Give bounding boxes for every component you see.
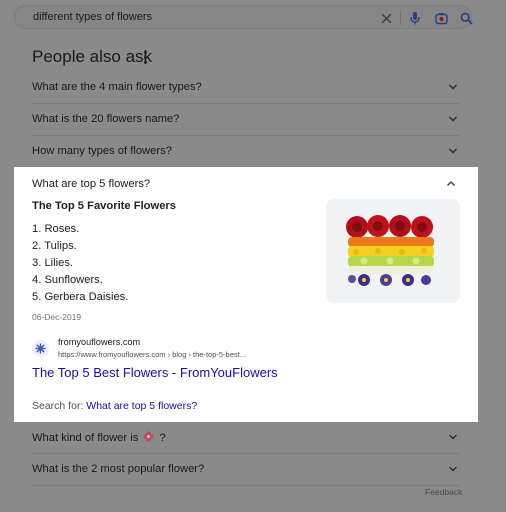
- question-text: What are the 4 main flower types?: [32, 81, 202, 93]
- question-row[interactable]: What is the 2 most popular flower?: [32, 453, 462, 485]
- flowers-image[interactable]: [326, 199, 460, 303]
- chevron-down-icon: [449, 116, 457, 122]
- clear-icon[interactable]: [377, 9, 395, 27]
- question-row[interactable]: How many types of flowers?: [32, 135, 462, 167]
- result-title-link[interactable]: The Top 5 Best Flowers - FromYouFlowers: [32, 365, 278, 380]
- question-text-part: What kind of flower is: [32, 432, 139, 444]
- question-text: How many types of flowers?: [32, 145, 172, 157]
- expanded-answer-panel: What are top 5 flowers? The Top 5 Favori…: [14, 167, 478, 422]
- chevron-up-icon[interactable]: [446, 179, 456, 189]
- search-for: Search for: What are top 5 flowers?: [32, 400, 197, 412]
- question-text: What is the 2 most popular flower?: [32, 463, 205, 475]
- search-icon[interactable]: [457, 9, 475, 27]
- site-favicon-icon: [32, 340, 49, 357]
- question-row[interactable]: What is the 20 flowers name?: [32, 103, 462, 135]
- answer-heading: The Top 5 Favorite Flowers: [32, 200, 177, 212]
- list-item: 2. Tulips.: [32, 240, 77, 252]
- chevron-down-icon: [449, 466, 457, 472]
- lens-icon[interactable]: [432, 9, 450, 27]
- chevron-down-icon: [449, 434, 457, 440]
- list-item: 1. Roses.: [32, 223, 80, 235]
- question-text-suffix: ?: [159, 432, 166, 444]
- question-text: What is the 20 flowers name?: [32, 113, 180, 125]
- more-options-icon[interactable]: [140, 50, 150, 66]
- search-for-label: Search for:: [32, 400, 84, 412]
- chevron-down-icon: [449, 148, 457, 154]
- question-row[interactable]: What are the 4 main flower types?: [32, 71, 462, 103]
- question-text: What kind of flower is ?: [32, 431, 166, 444]
- source-url: https://www.fromyouflowers.com › blog › …: [58, 350, 246, 359]
- search-input[interactable]: different types of flowers: [33, 11, 152, 23]
- chevron-down-icon: [449, 84, 457, 90]
- divider: [32, 485, 460, 486]
- search-bar-divider: [400, 11, 401, 25]
- search-bar[interactable]: different types of flowers: [14, 5, 475, 29]
- flower-emoji-icon: [143, 431, 155, 442]
- search-for-link[interactable]: What are top 5 flowers?: [86, 400, 197, 412]
- answer-date: 06-Dec-2019: [32, 312, 82, 322]
- people-also-ask-title: People also ask: [32, 47, 153, 66]
- list-item: 5. Gerbera Daisies.: [32, 291, 129, 303]
- question-row[interactable]: What kind of flower is ?: [32, 421, 462, 453]
- list-item: 4. Sunflowers.: [32, 274, 103, 286]
- mic-icon[interactable]: [406, 9, 424, 27]
- feedback-link[interactable]: Feedback: [425, 487, 462, 497]
- list-item: 3. Lilies.: [32, 257, 74, 269]
- source-site-name: fromyouflowers.com: [58, 337, 141, 347]
- answer-list: 1. Roses. 2. Tulips. 3. Lilies. 4. Sunfl…: [32, 221, 128, 306]
- expanded-question[interactable]: What are top 5 flowers?: [32, 178, 150, 190]
